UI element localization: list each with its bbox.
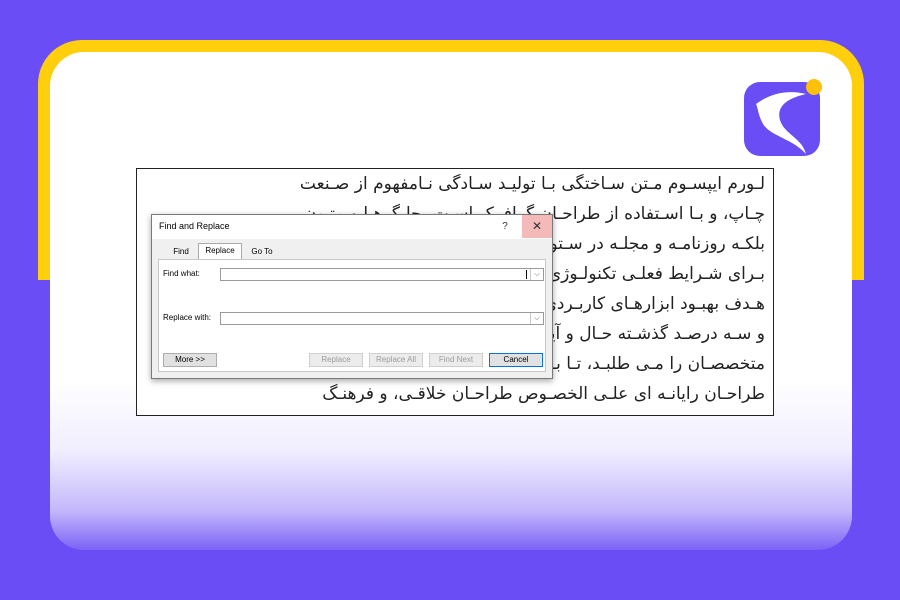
dialog-titlebar[interactable]: Find and Replace ? ✕: [152, 215, 552, 239]
replace-with-combobox[interactable]: ⌵: [220, 312, 544, 325]
cancel-button[interactable]: Cancel: [489, 353, 543, 367]
replace-with-label: Replace with:: [163, 313, 212, 322]
close-button[interactable]: ✕: [522, 215, 552, 238]
dialog-title: Find and Replace: [159, 221, 230, 231]
find-dropdown-arrow-icon[interactable]: ⌵: [530, 269, 543, 280]
text-caret: [526, 270, 527, 279]
find-replace-dialog: Find and Replace ? ✕ Find Replace Go To …: [151, 214, 553, 379]
replace-tab-panel: Find what: ⌵ Replace with: ⌵ More >> Rep…: [158, 259, 546, 372]
find-what-combobox[interactable]: ⌵: [220, 268, 544, 281]
replace-with-input[interactable]: [223, 313, 519, 324]
document-line: لـورم ایپسـوم مـتن سـاختگی بـا تولیـد سـ…: [299, 174, 765, 194]
tab-replace[interactable]: Replace: [198, 243, 242, 259]
find-what-input[interactable]: [223, 269, 519, 280]
find-what-label: Find what:: [163, 269, 200, 278]
tab-go-to[interactable]: Go To: [244, 245, 280, 259]
help-button[interactable]: ?: [498, 219, 512, 235]
more-button[interactable]: More >>: [163, 353, 217, 367]
tab-find[interactable]: Find: [164, 245, 198, 259]
document-line: طراحـان رایانـه ای علـی الخصـوص طراحـان …: [322, 384, 765, 404]
replace-all-button[interactable]: Replace All: [369, 353, 423, 367]
find-next-button[interactable]: Find Next: [429, 353, 483, 367]
logo-dot-icon: [806, 79, 822, 95]
replace-button[interactable]: Replace: [309, 353, 363, 367]
replace-dropdown-arrow-icon[interactable]: ⌵: [530, 313, 543, 324]
